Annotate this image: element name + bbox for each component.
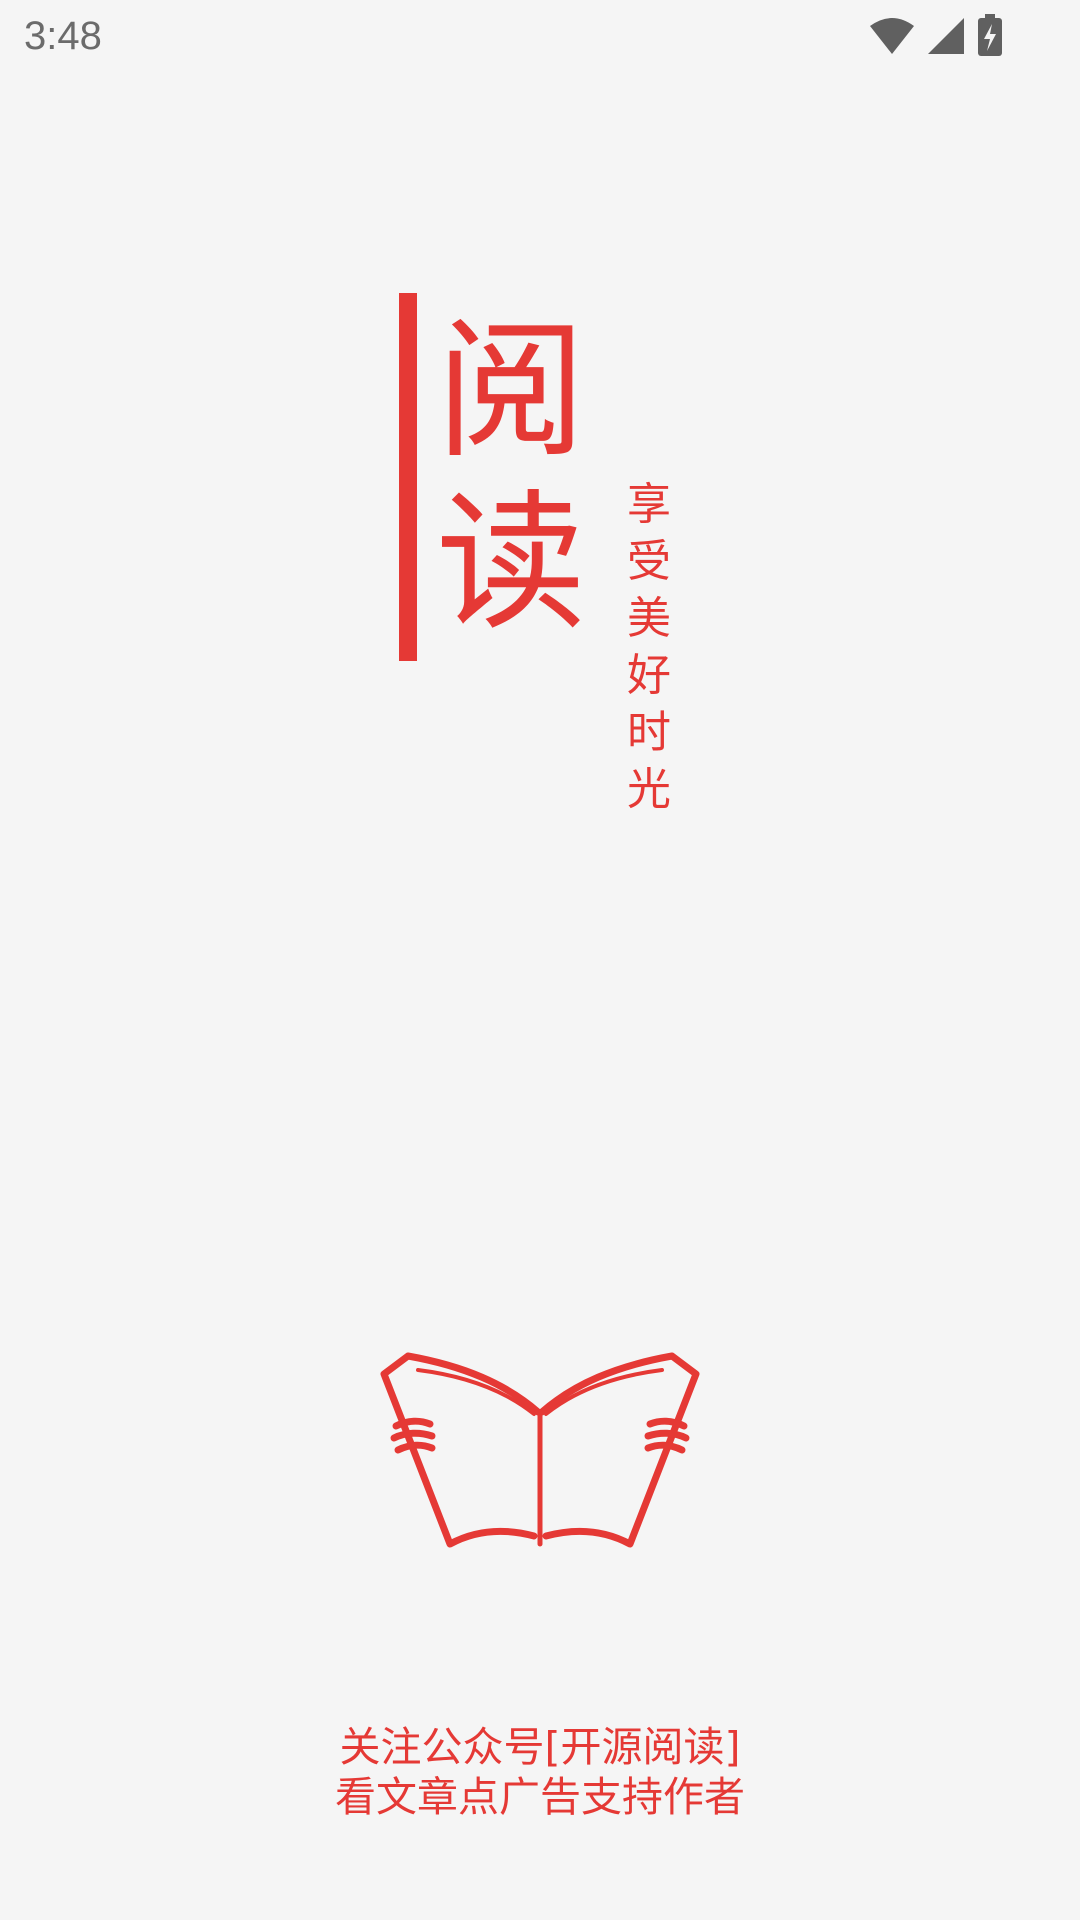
status-bar: 3:48 [0,0,1080,72]
wifi-icon [868,16,916,56]
app-title-char-2: 读 [436,477,587,651]
footer-notice: 关注公众号[开源阅读] 看文章点广告支持作者 [0,1722,1080,1822]
accent-bar [399,293,417,661]
slogan-vertical: 享 受 美 好 时 光 [622,476,676,818]
app-title-char-1: 阅 [436,305,587,479]
slogan-char: 受 [627,536,671,587]
battery-charging-icon [976,14,1004,58]
open-book-icon [378,1348,702,1548]
status-time: 3:48 [24,14,102,58]
slogan-char: 时 [627,707,671,758]
slogan-char: 享 [627,479,671,530]
footer-line-2: 看文章点广告支持作者 [335,1773,745,1821]
status-icons [868,14,1004,58]
cell-signal-icon [926,16,966,56]
footer-line-1: 关注公众号[开源阅读] [339,1723,741,1771]
slogan-char: 光 [627,764,671,815]
slogan-char: 美 [627,593,671,644]
slogan-char: 好 [627,650,671,701]
